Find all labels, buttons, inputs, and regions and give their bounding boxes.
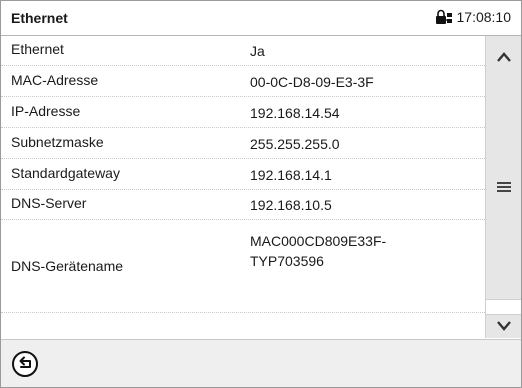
row-label: Ethernet	[11, 41, 64, 57]
row-value: 00-0C-D8-09-E3-3F	[250, 74, 374, 90]
row-value: 255.255.255.0	[250, 136, 340, 152]
row-label: Subnetzmaske	[11, 134, 104, 150]
row-value-line-2: TYP703596	[250, 253, 324, 269]
network-lock-icon	[435, 9, 452, 24]
list-item: MAC-Adresse 00-0C-D8-09-E3-3F	[1, 66, 485, 97]
vertical-scrollbar[interactable]	[485, 36, 521, 338]
chevron-down-icon	[497, 321, 511, 331]
status-area: 17:08:10	[435, 9, 512, 25]
list-item: Ethernet Ja	[1, 36, 485, 66]
row-label: MAC-Adresse	[11, 72, 99, 88]
title-bar: Ethernet 17:08:10	[1, 1, 521, 36]
list-item: DNS-Server 192.168.10.5	[1, 190, 485, 220]
ethernet-screen: Ethernet 17:08:10 Ethernet Ja MAC-Adress…	[0, 0, 522, 388]
ethernet-info-list: Ethernet Ja MAC-Adresse 00-0C-D8-09-E3-3…	[1, 36, 485, 338]
scrollbar-thumb[interactable]	[486, 299, 521, 315]
page-title: Ethernet	[11, 10, 68, 26]
list-item: IP-Adresse 192.168.14.54	[1, 97, 485, 128]
footer-bar	[1, 339, 521, 387]
clock-time: 17:08:10	[456, 9, 512, 25]
row-value: 192.168.10.5	[250, 197, 332, 213]
scroll-down-button[interactable]	[486, 314, 521, 338]
list-item: Subnetzmaske 255.255.255.0	[1, 128, 485, 159]
row-label: Standardgateway	[11, 165, 120, 181]
row-label: DNS-Gerätename	[11, 258, 124, 274]
list-item: Standardgateway 192.168.14.1	[1, 159, 485, 190]
list-item: DNS-Gerätename MAC000CD809E33F- TYP70359…	[1, 220, 485, 313]
row-value: 192.168.14.54	[250, 105, 340, 121]
scroll-menu-button[interactable]	[486, 172, 521, 202]
row-label: DNS-Server	[11, 195, 87, 211]
back-button[interactable]	[11, 350, 39, 378]
menu-icon	[497, 182, 511, 192]
row-label: IP-Adresse	[11, 103, 81, 119]
row-value-line-1: MAC000CD809E33F-	[250, 233, 387, 249]
chevron-up-icon	[497, 52, 511, 62]
scroll-up-button[interactable]	[486, 42, 521, 72]
row-value: Ja	[250, 43, 265, 59]
row-value: 192.168.14.1	[250, 167, 332, 183]
